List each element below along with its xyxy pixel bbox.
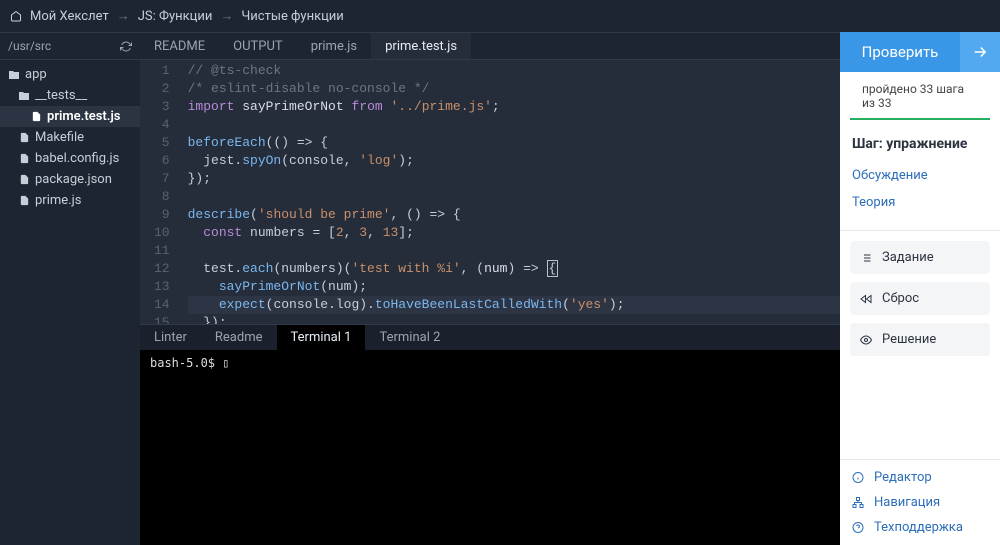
path-text: /usr/src — [8, 39, 51, 53]
footer-links: Редактор Навигация Техподдержка — [840, 459, 1000, 545]
file-tree: app __tests__ prime.test.js Makefile bab… — [0, 60, 140, 215]
step-links: Обсуждение Теория — [840, 162, 1000, 230]
home-icon — [10, 10, 22, 22]
tree-label: package.json — [35, 172, 112, 187]
tree-file-prime-test[interactable]: prime.test.js — [0, 106, 140, 127]
bottom-tab-terminal1[interactable]: Terminal 1 — [277, 325, 366, 350]
chevron-right-icon: → — [117, 8, 130, 24]
tree-folder-app[interactable]: app — [0, 64, 140, 85]
tree-label: prime.js — [35, 193, 81, 208]
file-icon — [18, 153, 30, 165]
path-bar: /usr/src — [0, 32, 140, 60]
footer-editor[interactable]: Редактор — [852, 470, 988, 485]
terminal-cursor: ▯ — [222, 356, 229, 370]
folder-open-icon — [8, 69, 20, 81]
refresh-icon[interactable] — [120, 40, 132, 52]
eye-icon — [860, 334, 872, 346]
tab-readme[interactable]: README — [140, 33, 219, 59]
step-title: Шаг: упражнение — [840, 120, 1000, 162]
file-icon — [30, 111, 42, 123]
check-button[interactable]: Проверить — [840, 32, 960, 72]
tree-file[interactable]: package.json — [0, 169, 140, 190]
tree-label: Makefile — [35, 130, 84, 145]
crumb-lesson[interactable]: Чистые функции — [241, 9, 343, 24]
next-button[interactable] — [960, 32, 1000, 72]
footer-navigation[interactable]: Навигация — [852, 495, 988, 510]
bottom-tab-terminal2[interactable]: Terminal 2 — [365, 325, 454, 350]
sitemap-icon — [852, 497, 864, 509]
rewind-icon — [860, 293, 872, 305]
tree-label: babel.config.js — [35, 151, 119, 166]
tree-label: __tests__ — [35, 88, 87, 103]
bottom-tabs: Linter Readme Terminal 1 Terminal 2 — [140, 324, 840, 350]
list-icon — [860, 252, 872, 264]
action-list: Задание Сброс Решение — [840, 241, 1000, 356]
crumb-course[interactable]: JS: Функции — [138, 9, 213, 24]
tree-file[interactable]: babel.config.js — [0, 148, 140, 169]
file-icon — [18, 195, 30, 207]
divider — [840, 230, 1000, 231]
editor-area: README OUTPUT prime.js prime.test.js 123… — [140, 32, 840, 545]
action-solution[interactable]: Решение — [850, 323, 990, 356]
tab-output[interactable]: OUTPUT — [219, 33, 297, 59]
bottom-tab-linter[interactable]: Linter — [140, 325, 201, 350]
check-bar: Проверить — [840, 32, 1000, 72]
tab-prime-js[interactable]: prime.js — [297, 33, 371, 59]
tree-label: prime.test.js — [47, 109, 120, 124]
tab-prime-test-js[interactable]: prime.test.js — [371, 33, 471, 59]
action-label: Решение — [882, 332, 936, 347]
link-discussion[interactable]: Обсуждение — [852, 162, 988, 189]
file-explorer: /usr/src app __tests__ prime.test.js Mak… — [0, 32, 140, 545]
tree-folder-tests[interactable]: __tests__ — [0, 85, 140, 106]
breadcrumb: Мой Хекслет → JS: Функции → Чистые функц… — [0, 0, 1000, 32]
action-reset[interactable]: Сброс — [850, 282, 990, 315]
action-label: Сброс — [882, 291, 919, 306]
action-label: Задание — [882, 250, 934, 265]
crumb-home[interactable]: Мой Хекслет — [30, 9, 109, 24]
tree-label: app — [25, 67, 47, 82]
chevron-right-icon: → — [220, 8, 233, 24]
tree-file[interactable]: prime.js — [0, 190, 140, 211]
info-icon — [852, 472, 864, 484]
line-gutter: 123456789101112131415 — [140, 60, 180, 324]
footer-label: Навигация — [874, 495, 940, 510]
bottom-tab-readme[interactable]: Readme — [201, 325, 277, 350]
terminal[interactable]: bash-5.0$ ▯ — [140, 350, 840, 545]
right-panel: Проверить пройдено 33 шага из 33 Шаг: уп… — [840, 32, 1000, 545]
terminal-prompt: bash-5.0$ — [150, 356, 222, 370]
code-content[interactable]: // @ts-check /* eslint-disable no-consol… — [180, 60, 840, 324]
footer-label: Редактор — [874, 470, 932, 485]
progress-text: пройдено 33 шага из 33 — [850, 72, 990, 120]
file-icon — [18, 132, 30, 144]
code-editor[interactable]: 123456789101112131415 // @ts-check /* es… — [140, 60, 840, 324]
editor-tabs: README OUTPUT prime.js prime.test.js — [140, 32, 840, 60]
file-icon — [18, 174, 30, 186]
action-task[interactable]: Задание — [850, 241, 990, 274]
link-theory[interactable]: Теория — [852, 189, 988, 216]
folder-open-icon — [18, 90, 30, 102]
footer-label: Техподдержка — [874, 520, 963, 535]
help-icon — [852, 522, 864, 534]
tree-file[interactable]: Makefile — [0, 127, 140, 148]
footer-support[interactable]: Техподдержка — [852, 520, 988, 535]
